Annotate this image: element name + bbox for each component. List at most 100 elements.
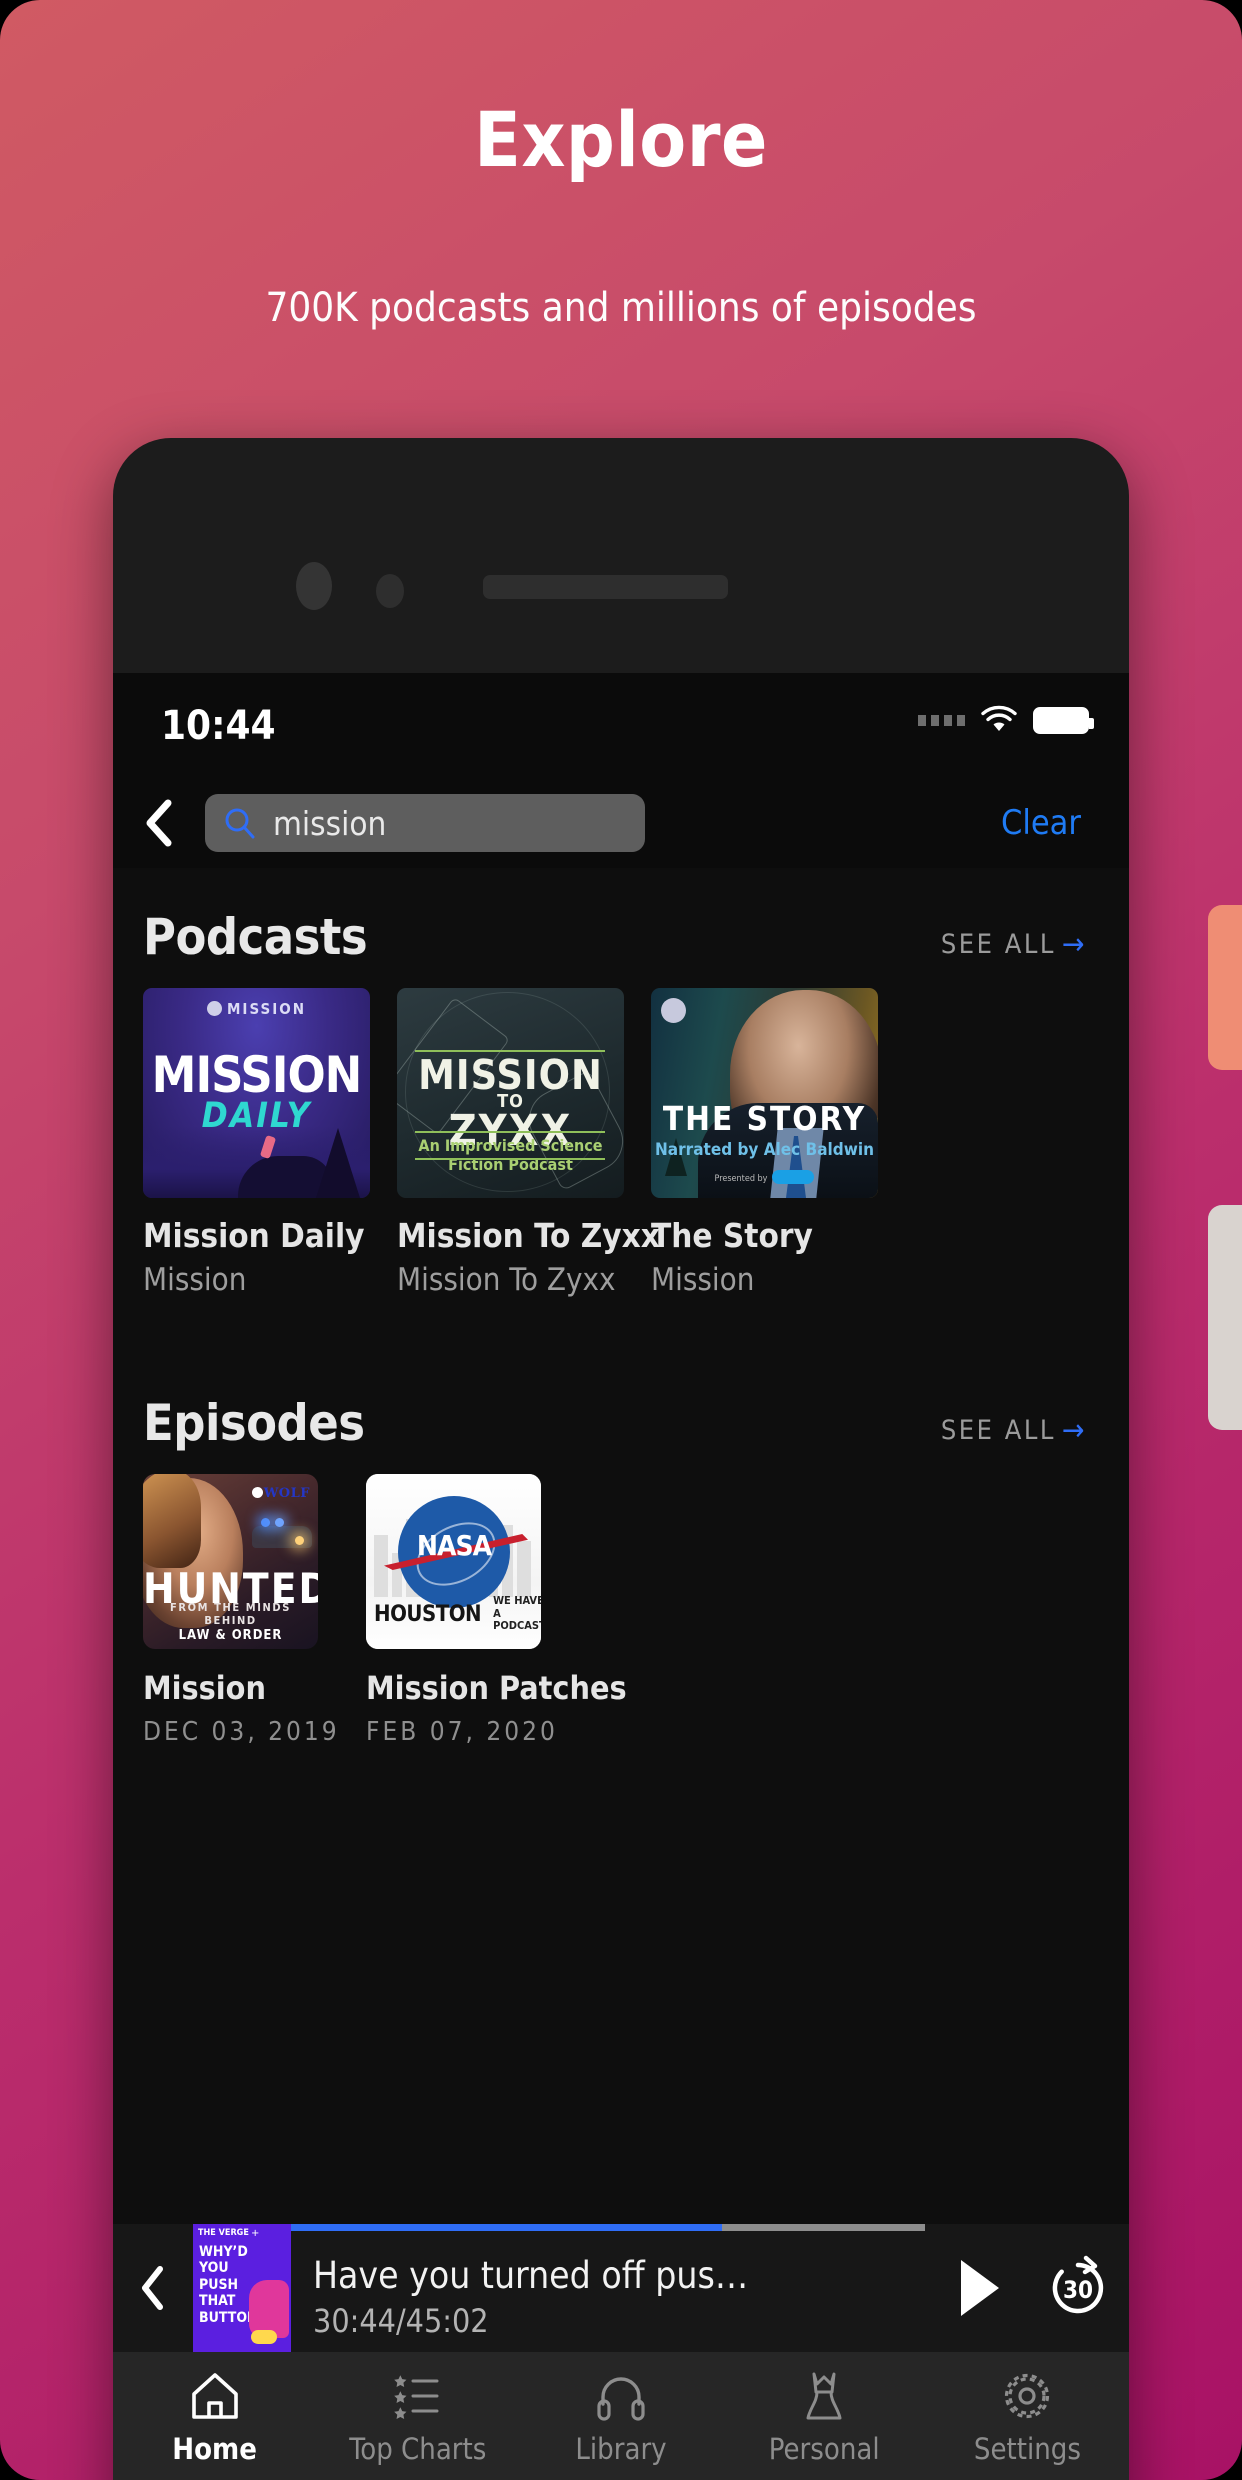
search-bar: mission Clear	[113, 778, 1129, 868]
podcast-card[interactable]: THE STORY Narrated by Alec Baldwin Prese…	[651, 988, 878, 1298]
front-camera-icon	[296, 562, 332, 610]
podcast-author: Mission	[143, 1262, 247, 1298]
arrow-right-icon: →	[1061, 926, 1087, 962]
tab-bar: Home Top Charts Library Personal Setting…	[113, 2352, 1129, 2480]
search-value: mission	[273, 803, 387, 843]
phone-mockup: 10:44 mission Clear Podcasts SEE ALL → M…	[113, 438, 1129, 2480]
artwork-line-1: THE STORY	[662, 1099, 867, 1138]
list-star-icon	[394, 2375, 439, 2419]
podcast-title: Mission To Zyxx	[397, 1216, 660, 1255]
peek-card-white	[1208, 1205, 1242, 1430]
artwork-narrator: Narrated by Alec Baldwin	[655, 1140, 874, 1160]
playback-progress-bar[interactable]	[291, 2224, 925, 2231]
now-playing-info[interactable]: Have you turned off pus… 30:44/45:02	[291, 2224, 931, 2352]
the-verge-logo: THE VERGE	[198, 2228, 249, 2238]
artwork-light	[275, 1518, 284, 1527]
search-input[interactable]: mission	[205, 794, 645, 852]
episode-artwork: NASA HOUSTON WE HAVE A PODCAST	[366, 1474, 541, 1649]
plus-icon: +	[251, 2228, 260, 2239]
see-all-podcasts-button[interactable]: SEE ALL →	[941, 929, 1087, 966]
promo-stage: Explore 700K podcasts and millions of ep…	[0, 0, 1242, 2480]
podcast-title: Mission Daily	[143, 1216, 365, 1255]
phone-screen: 10:44 mission Clear Podcasts SEE ALL → M…	[113, 673, 1129, 2480]
podcast-author: Mission	[651, 1262, 755, 1298]
podcast-artwork: MISSION MISSION DAILY	[143, 988, 370, 1198]
tab-settings-label: Settings	[973, 2432, 1081, 2466]
clear-button[interactable]: Clear	[1001, 803, 1081, 843]
wolf-brand-logo: WOLF	[251, 1486, 310, 1501]
episode-card[interactable]: NASA HOUSTON WE HAVE A PODCAST Mission P…	[366, 1474, 627, 1747]
tab-home-label: Home	[172, 2432, 257, 2466]
episode-card[interactable]: WOLF HUNTED FROM THE MINDS BEHIND LAW & …	[143, 1474, 340, 1747]
nasa-wordmark: NASA	[416, 1529, 492, 1562]
episode-date: DEC 03, 2019	[143, 1717, 340, 1747]
headphones-icon	[597, 2377, 645, 2421]
artwork-line-2: WE HAVE A PODCAST	[493, 1594, 541, 1633]
tab-personal[interactable]: Personal	[723, 2370, 926, 2466]
back-button[interactable]	[113, 798, 205, 848]
chess-queen-icon	[806, 2372, 842, 2420]
mission-brand-logo: MISSION	[143, 1000, 370, 1018]
now-playing-artwork[interactable]: THE VERGE + WHY’D YOU PUSH THAT BUTTON?	[193, 2224, 291, 2352]
podcast-author: Mission To Zyxx	[397, 1262, 616, 1298]
podcast-artwork: THE STORY Narrated by Alec Baldwin Prese…	[651, 988, 878, 1198]
status-bar: 10:44	[113, 673, 1129, 778]
section-title-episodes: Episodes	[143, 1394, 365, 1452]
section-title-podcasts: Podcasts	[143, 908, 368, 966]
home-icon	[191, 2373, 238, 2419]
tab-settings[interactable]: Settings	[926, 2370, 1129, 2466]
chevron-left-icon	[142, 2266, 163, 2310]
mini-player-back-button[interactable]	[113, 2265, 193, 2311]
page-subtitle: 700K podcasts and millions of episodes	[265, 285, 977, 331]
tab-home[interactable]: Home	[113, 2370, 316, 2466]
artwork-tagline: An Improvised Science Fiction Podcast	[418, 1136, 603, 1174]
arrow-right-icon: →	[1061, 1412, 1087, 1448]
artwork-line-1: HOUSTON	[374, 1601, 482, 1627]
now-playing-time: 30:44/45:02	[313, 2302, 489, 2340]
section-header-podcasts: Podcasts SEE ALL →	[113, 868, 1129, 966]
signal-dots-icon	[918, 714, 965, 726]
proximity-sensor-icon	[376, 574, 404, 608]
episode-date: FEB 07, 2020	[366, 1717, 558, 1747]
salesforce-cloud-icon	[772, 1170, 815, 1184]
artwork-rule	[415, 1131, 605, 1133]
podcast-artwork: MISSION TO ZYXX An Improvised Science Fi…	[397, 988, 624, 1198]
play-button[interactable]	[931, 2257, 1027, 2319]
search-results: Podcasts SEE ALL → MISSION MISSION DAILY	[113, 868, 1129, 1747]
episode-card-row: WOLF HUNTED FROM THE MINDS BEHIND LAW & …	[113, 1452, 1129, 1747]
see-all-podcasts-label: SEE ALL	[940, 929, 1056, 960]
tab-library[interactable]: Library	[519, 2370, 722, 2466]
mission-brand-logo	[661, 998, 686, 1023]
podcast-card[interactable]: MISSION TO ZYXX An Improvised Science Fi…	[397, 988, 660, 1298]
section-header-episodes: Episodes SEE ALL →	[113, 1298, 1129, 1452]
artwork-light	[295, 1536, 304, 1545]
back-chevron-icon	[146, 799, 172, 847]
skip-forward-button[interactable]: 30	[1027, 2255, 1129, 2321]
episode-title: Mission	[143, 1669, 266, 1707]
skip-forward-label: 30	[1062, 2276, 1094, 2304]
podcast-card-row: MISSION MISSION DAILY Mission Daily Miss…	[113, 966, 1129, 1298]
artwork-person	[249, 2280, 289, 2344]
gear-icon	[1005, 2373, 1050, 2419]
podcast-card[interactable]: MISSION MISSION DAILY Mission Daily Miss…	[143, 988, 370, 1298]
page-title: Explore	[474, 95, 768, 184]
peek-card-orange	[1208, 905, 1242, 1070]
artwork-light	[261, 1518, 270, 1527]
artwork-sub-1: FROM THE MINDS BEHIND	[170, 1601, 291, 1627]
now-playing-title: Have you turned off pus…	[313, 2254, 749, 2297]
see-all-episodes-label: SEE ALL	[940, 1415, 1056, 1446]
tab-library-label: Library	[575, 2432, 667, 2466]
artwork-caption-bar: HOUSTON WE HAVE A PODCAST	[374, 1594, 541, 1632]
artwork-presented-by: Presented by	[651, 1170, 878, 1184]
artwork-sub-2: LAW & ORDER	[178, 1628, 283, 1643]
podcast-title: The Story	[651, 1216, 813, 1255]
tab-top-charts[interactable]: Top Charts	[316, 2370, 519, 2466]
play-icon	[961, 2260, 999, 2316]
earpiece-speaker	[483, 575, 728, 599]
episode-artwork: WOLF HUNTED FROM THE MINDS BEHIND LAW & …	[143, 1474, 318, 1649]
tab-personal-label: Personal	[768, 2432, 880, 2466]
status-time: 10:44	[161, 703, 276, 749]
wifi-icon	[981, 705, 1017, 731]
see-all-episodes-button[interactable]: SEE ALL →	[941, 1415, 1087, 1452]
battery-icon	[1033, 706, 1094, 734]
